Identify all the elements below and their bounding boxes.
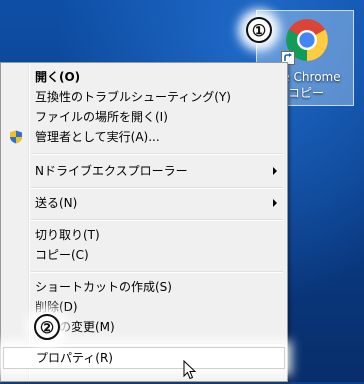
menu-item-open-file-location[interactable]: ファイルの場所を開く(I): [3, 107, 285, 127]
mouse-cursor-icon: [183, 359, 197, 380]
menu-separator: [31, 219, 283, 221]
menu-item-send-to[interactable]: 送る(N): [3, 193, 285, 213]
chevron-right-icon: [273, 199, 277, 207]
menu-item-label: プロパティ(R): [36, 351, 113, 365]
menu-item-cut[interactable]: 切り取り(T): [3, 225, 285, 245]
menu-separator: [31, 187, 283, 189]
menu-item-label: 互換性のトラブルシューティング(Y): [35, 90, 231, 104]
menu-item-create-shortcut[interactable]: ショートカットの作成(S): [3, 277, 285, 297]
step-2-marker: ②: [34, 314, 60, 340]
step-1-marker: ①: [246, 17, 272, 43]
menu-item-open[interactable]: 開く(O): [3, 67, 285, 87]
menu-item-run-as-admin[interactable]: 管理者として実行(A)...: [3, 127, 285, 147]
menu-item-label: 送る(N): [35, 196, 78, 210]
menu-item-label: コピー(C): [35, 248, 89, 262]
menu-item-label: 開く(O): [35, 70, 81, 84]
menu-item-troubleshoot-compatibility[interactable]: 互換性のトラブルシューティング(Y): [3, 87, 285, 107]
menu-item-label: Nドライブエクスプローラー: [35, 164, 188, 178]
menu-item-label: ファイルの場所を開く(I): [35, 110, 168, 124]
menu-separator: [31, 271, 283, 273]
menu-item-label: ショートカットの作成(S): [35, 280, 172, 294]
menu-item-label: 管理者として実行(A)...: [35, 130, 160, 144]
menu-separator: [31, 153, 283, 155]
menu-item-copy[interactable]: コピー(C): [3, 245, 285, 265]
chevron-right-icon: [273, 167, 277, 175]
menu-item-label: 切り取り(T): [35, 228, 100, 242]
uac-shield-icon: [9, 130, 23, 144]
menu-item-properties[interactable]: プロパティ(R): [3, 347, 285, 369]
menu-item-n-drive-explorer[interactable]: Nドライブエクスプローラー: [3, 161, 285, 181]
menu-separator: [31, 343, 283, 345]
